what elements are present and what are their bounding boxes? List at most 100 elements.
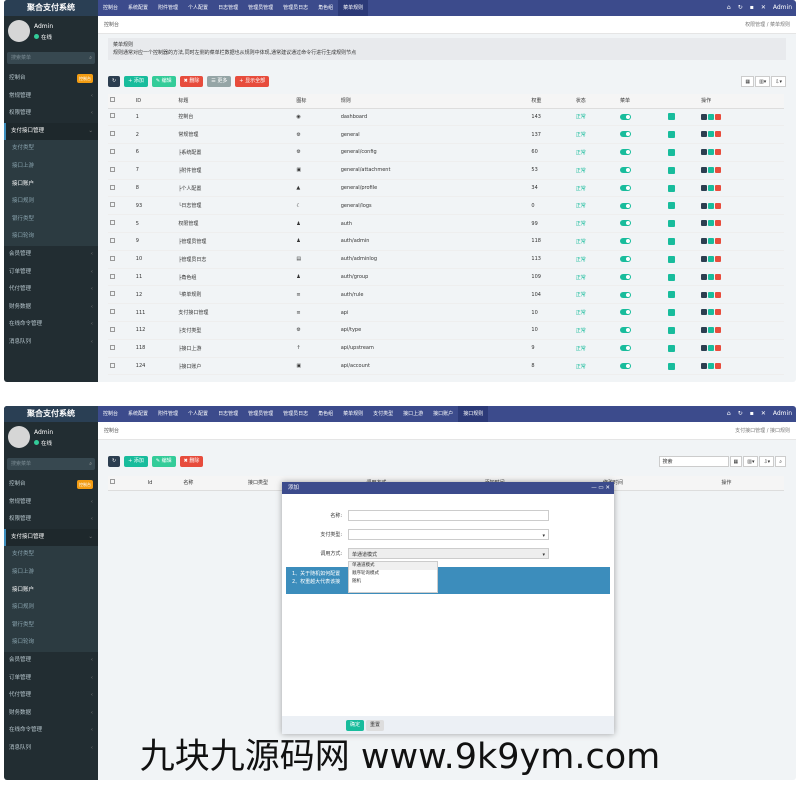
drag-icon[interactable] (701, 202, 708, 209)
nav-tab[interactable]: 附件管理 (153, 0, 183, 16)
delete-icon[interactable] (715, 220, 722, 227)
refresh-button[interactable]: ↻ (108, 456, 121, 467)
expand-icon[interactable] (667, 309, 675, 317)
sidebar-item[interactable]: 接口轮询 (4, 634, 98, 652)
checkbox[interactable] (110, 273, 115, 279)
drag-icon[interactable] (701, 256, 708, 263)
sidebar-item[interactable]: 支付类型 (4, 546, 98, 564)
nav-tab[interactable]: 支付类型 (368, 406, 398, 422)
delete-icon[interactable] (715, 291, 722, 298)
checkbox[interactable] (110, 309, 115, 315)
menu-toggle[interactable] (620, 345, 632, 351)
checkbox[interactable] (110, 362, 115, 368)
sidebar-item[interactable]: 支付接口管理 ⌄ (4, 528, 98, 547)
menu-toggle[interactable] (620, 327, 632, 334)
expand-icon[interactable] (667, 220, 675, 228)
export-icon[interactable]: ⇩▾ (771, 76, 786, 87)
checkbox[interactable] (110, 326, 115, 332)
delete-icon[interactable] (715, 345, 722, 351)
type-select[interactable]: ▾ (348, 529, 549, 540)
drag-icon[interactable] (701, 238, 708, 245)
edit-icon[interactable] (708, 113, 715, 120)
checkbox[interactable] (110, 255, 115, 261)
checkbox[interactable] (110, 220, 115, 226)
sidebar-item[interactable]: 代付管理 ‹ (4, 687, 98, 705)
edit-icon[interactable] (708, 291, 715, 298)
sidebar-item[interactable]: 支付类型 (4, 140, 98, 158)
row-select-cell[interactable] (108, 339, 134, 358)
menu-toggle[interactable] (620, 291, 632, 298)
delete-icon[interactable] (715, 149, 722, 156)
delete-icon[interactable] (715, 238, 722, 245)
delete-button[interactable]: ✖ 删除 (179, 456, 204, 467)
admin-menu[interactable]: Admin (773, 4, 792, 11)
expand-icon[interactable] (667, 237, 675, 245)
edit-icon[interactable] (708, 202, 715, 209)
nav-tab[interactable]: 个人配置 (183, 406, 213, 422)
window-controls-icon[interactable]: — ▭ ✕ (591, 482, 610, 494)
edit-icon[interactable] (708, 238, 715, 245)
edit-icon[interactable] (708, 167, 715, 174)
sidebar-item[interactable]: 接口轮询 (4, 228, 98, 246)
expand-icon[interactable] (667, 255, 675, 263)
menu-toggle[interactable] (620, 202, 632, 209)
nav-tab[interactable]: 接口上游 (398, 406, 428, 422)
checkbox[interactable] (110, 291, 115, 297)
search-icon[interactable]: ⌕ (89, 52, 92, 64)
nav-tab[interactable]: 管理员管理 (243, 0, 278, 16)
expand-icon[interactable] (667, 113, 675, 121)
delete-icon[interactable] (715, 202, 722, 209)
trash-icon[interactable]: ▪ (750, 4, 754, 11)
menu-toggle[interactable] (620, 149, 632, 156)
expand-icon[interactable] (667, 362, 675, 370)
nav-tab[interactable]: 控制台 (98, 0, 123, 16)
delete-icon[interactable] (715, 167, 722, 174)
nav-tab[interactable]: 菜单规则 (338, 0, 369, 16)
search-icon[interactable]: ⌕ (89, 458, 92, 470)
refresh-icon[interactable]: ↻ (738, 4, 743, 11)
row-select-cell[interactable] (108, 357, 134, 376)
method-select[interactable]: 单通道模式 ▾ (348, 548, 549, 559)
edit-icon[interactable] (708, 131, 715, 138)
sidebar-item[interactable]: 在线命令管理 ‹ (4, 316, 98, 334)
row-select-cell[interactable] (108, 214, 134, 234)
toggle-view-icon[interactable]: ▦ (729, 456, 743, 467)
sidebar-item[interactable]: 接口上游 (4, 563, 98, 582)
row-select-cell[interactable] (108, 232, 134, 251)
sidebar-item[interactable]: 订单管理 ‹ (4, 670, 98, 688)
drag-icon[interactable] (701, 149, 708, 156)
nav-tab[interactable]: 控制台 (98, 406, 123, 422)
edit-icon[interactable] (708, 220, 715, 227)
add-button[interactable]: + 添加 (124, 456, 148, 467)
menu-toggle[interactable] (620, 309, 632, 316)
edit-button[interactable]: ✎ 编辑 (151, 76, 176, 87)
expand-icon[interactable] (667, 131, 675, 139)
add-button[interactable]: + 添加 (124, 76, 148, 87)
sidebar-item[interactable]: 权限管理 ‹ (4, 105, 98, 123)
checkbox[interactable] (110, 237, 115, 243)
drag-icon[interactable] (701, 327, 708, 334)
menu-toggle[interactable] (620, 220, 632, 227)
nav-tab[interactable]: 管理员管理 (243, 406, 278, 422)
sidebar-item[interactable]: 常规管理 ‹ (4, 88, 98, 106)
sidebar-item[interactable]: 银行类型 (4, 616, 98, 635)
edit-icon[interactable] (708, 273, 715, 280)
menu-search-input[interactable]: 搜索菜单 ⌕ (7, 52, 95, 64)
menu-toggle[interactable] (620, 256, 632, 263)
name-input[interactable] (348, 510, 549, 521)
menu-toggle[interactable] (620, 167, 632, 174)
nav-tab[interactable]: 系统配置 (123, 406, 153, 422)
edit-icon[interactable] (708, 184, 715, 191)
edit-icon[interactable] (708, 309, 715, 316)
sidebar-item[interactable]: 订单管理 ‹ (4, 264, 98, 282)
row-select-cell[interactable] (108, 179, 134, 198)
sidebar-item[interactable]: 常规管理 ‹ (4, 494, 98, 512)
sidebar-item[interactable]: 银行类型 (4, 210, 98, 229)
edit-icon[interactable] (708, 345, 715, 351)
menu-search-input[interactable]: 搜索菜单 ⌕ (7, 458, 95, 470)
dropdown-option[interactable]: 随机 (349, 578, 437, 586)
refresh-button[interactable]: ↻ (108, 76, 121, 87)
edit-icon[interactable] (708, 256, 715, 263)
checkbox[interactable] (110, 479, 115, 485)
fullscreen-icon[interactable]: ✕ (761, 410, 766, 417)
